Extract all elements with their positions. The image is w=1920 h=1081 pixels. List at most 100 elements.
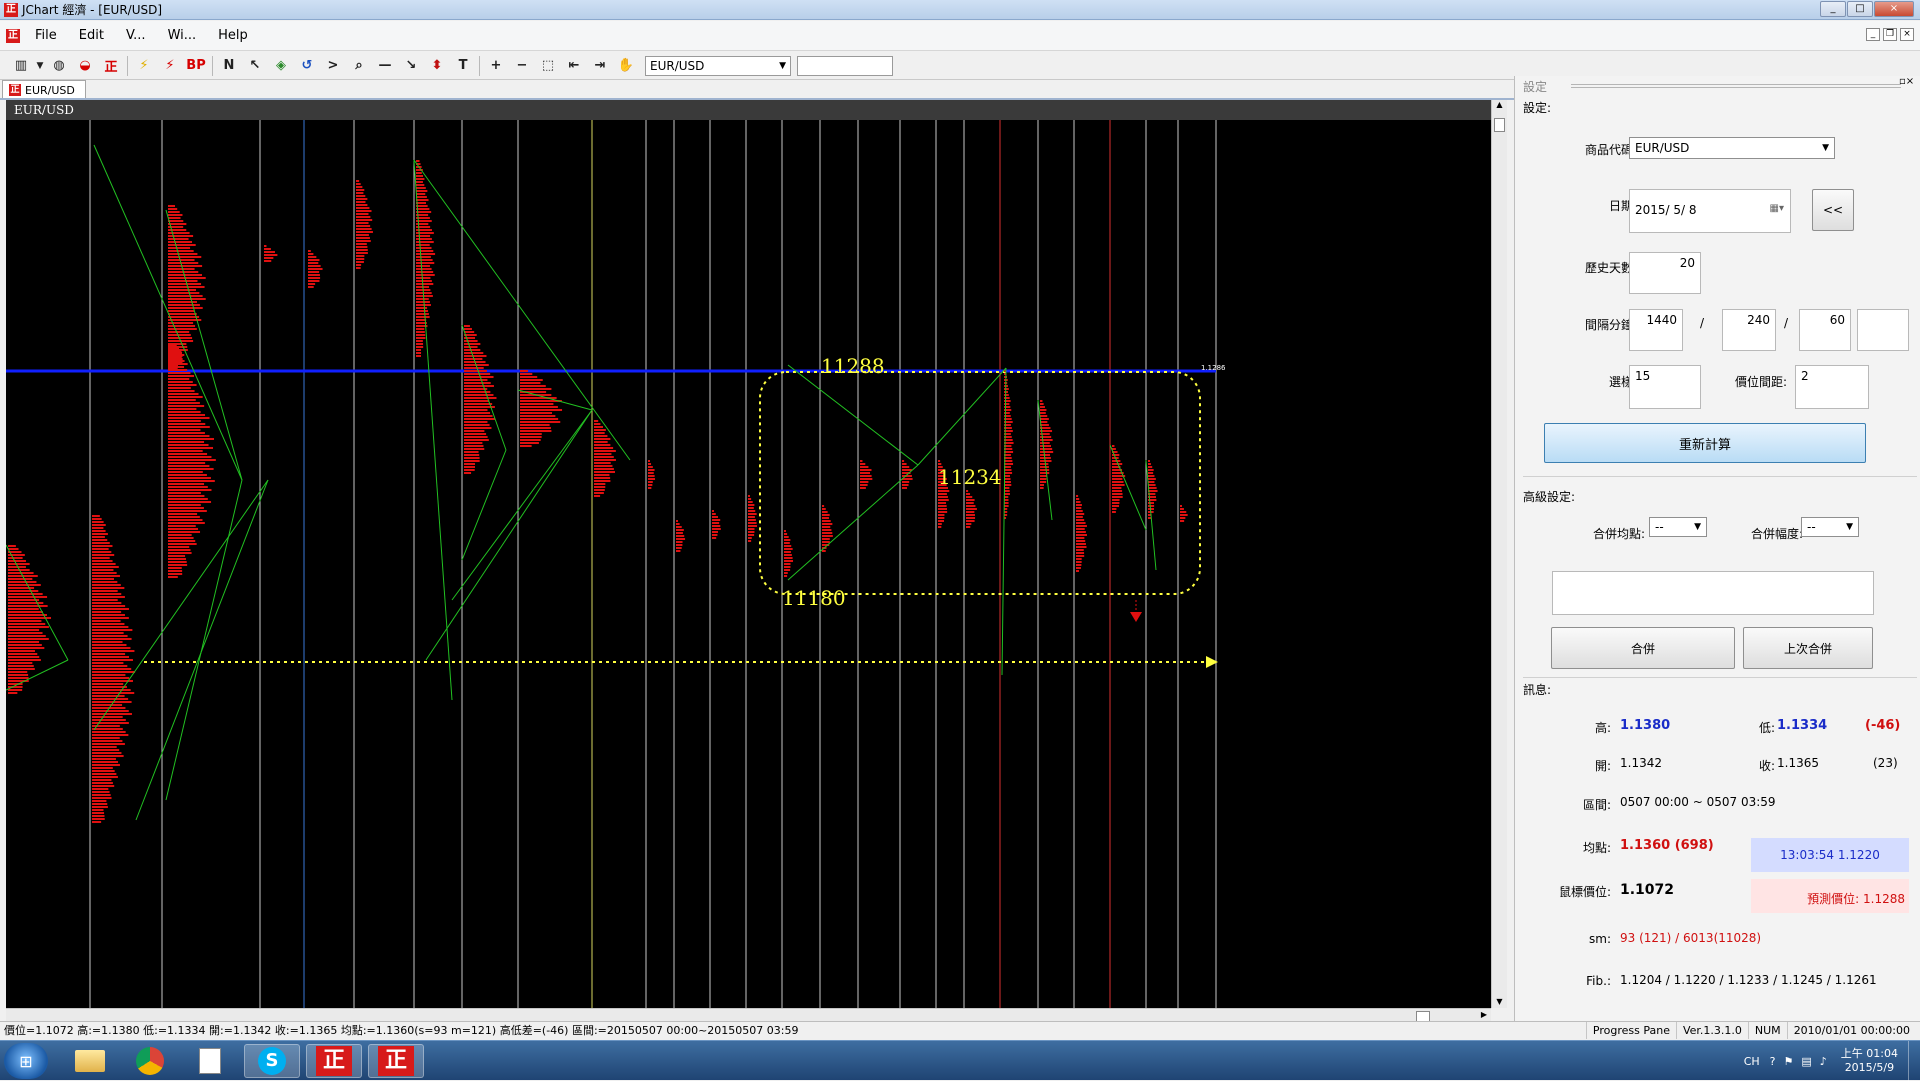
close-button[interactable]: × bbox=[1874, 1, 1914, 17]
merge-range-select[interactable]: -- ▼ bbox=[1801, 517, 1859, 537]
diag-icon[interactable]: ↘ bbox=[398, 55, 424, 77]
menu-view[interactable]: V... bbox=[115, 28, 157, 43]
notepad-icon[interactable] bbox=[182, 1044, 238, 1078]
profile-row bbox=[92, 629, 133, 631]
interval-1-input[interactable]: 1440 bbox=[1629, 309, 1683, 351]
n-icon[interactable]: N bbox=[216, 55, 242, 77]
date-value: 2015/ 5/ 8 bbox=[1635, 203, 1697, 217]
skype-icon[interactable]: S bbox=[244, 1044, 300, 1078]
profile-row bbox=[92, 734, 129, 736]
merge-avg-select[interactable]: -- ▼ bbox=[1649, 517, 1707, 537]
profile-row bbox=[520, 370, 529, 372]
network-icon[interactable]: ▤ bbox=[1797, 1055, 1815, 1068]
profile-row bbox=[902, 460, 905, 462]
cursor-icon[interactable]: ↖ bbox=[242, 55, 268, 77]
profile-row bbox=[416, 259, 433, 261]
date-back-button[interactable]: << bbox=[1812, 189, 1854, 231]
text-icon[interactable]: T bbox=[450, 55, 476, 77]
interval-3-input[interactable]: 60 bbox=[1799, 309, 1851, 351]
tab-eurusd[interactable]: 正 EUR/USD bbox=[2, 80, 86, 99]
history-days-input[interactable]: 20 bbox=[1629, 252, 1701, 294]
profile-row bbox=[784, 572, 788, 574]
profile-row bbox=[92, 620, 121, 622]
flag-icon[interactable]: ⚑ bbox=[1779, 1055, 1797, 1068]
updown-icon[interactable]: ⬍ bbox=[424, 55, 450, 77]
undo-icon[interactable]: ↺ bbox=[294, 55, 320, 77]
profile-row bbox=[92, 563, 116, 565]
profile-row bbox=[92, 680, 133, 682]
menu-window[interactable]: Wi... bbox=[157, 28, 208, 43]
profile-row bbox=[416, 244, 430, 246]
maximize-button[interactable]: □ bbox=[1847, 1, 1873, 17]
hline-icon[interactable]: — bbox=[372, 55, 398, 77]
last-merge-button[interactable]: 上次合併 bbox=[1743, 627, 1873, 669]
minus-icon[interactable]: − bbox=[509, 55, 535, 77]
zheng-icon[interactable]: 正 bbox=[98, 55, 124, 77]
merge-range-value: -- bbox=[1807, 520, 1816, 534]
vertical-scrollbar[interactable]: ▲ ▼ bbox=[1491, 100, 1507, 1008]
date-field[interactable]: 2015/ 5/ 8 ▦▾ bbox=[1629, 189, 1791, 233]
jchart-1-icon[interactable]: 正 bbox=[306, 1044, 362, 1078]
explorer-icon[interactable] bbox=[62, 1044, 118, 1078]
language-indicator[interactable]: CH bbox=[1738, 1055, 1766, 1068]
chart-area[interactable]: 11288 11234 11180 1.1286 EUR/USD bbox=[6, 100, 1491, 1008]
profile-row bbox=[168, 411, 201, 413]
zoom-icon[interactable]: ⌕ bbox=[346, 55, 372, 77]
vertical-scroll-thumb[interactable] bbox=[1494, 118, 1505, 132]
dropdown-icon[interactable]: ▼ bbox=[34, 55, 46, 77]
product-code-select[interactable]: EUR/USD ▼ bbox=[1629, 137, 1835, 159]
jchart-2-icon[interactable]: 正 bbox=[368, 1044, 424, 1078]
chart-icon[interactable]: ▥ bbox=[8, 55, 34, 77]
interval-4-input[interactable] bbox=[1857, 309, 1909, 351]
chrome-icon[interactable] bbox=[122, 1044, 178, 1078]
hand-icon[interactable]: ✋ bbox=[613, 55, 639, 77]
left-icon[interactable]: ⇤ bbox=[561, 55, 587, 77]
help-icon[interactable]: ? bbox=[1766, 1055, 1780, 1068]
menu-app-icon[interactable]: 正 bbox=[6, 28, 20, 43]
settings-label: 設定: bbox=[1523, 101, 1552, 115]
menu-help[interactable]: Help bbox=[207, 28, 259, 43]
profile-row bbox=[8, 590, 39, 592]
pie-icon[interactable]: ◍ bbox=[46, 55, 72, 77]
panel-title: 設定 bbox=[1523, 80, 1548, 94]
menu-edit[interactable]: Edit bbox=[68, 28, 115, 43]
interval-2-input[interactable]: 240 bbox=[1722, 309, 1776, 351]
layers-icon[interactable]: ◈ bbox=[268, 55, 294, 77]
profile-row bbox=[168, 286, 205, 288]
volume-icon[interactable]: ♪ bbox=[1816, 1055, 1831, 1068]
scroll-right-icon[interactable]: ▶ bbox=[1481, 1010, 1487, 1019]
car-icon[interactable]: ◒ bbox=[72, 55, 98, 77]
right-icon[interactable]: ⇥ bbox=[587, 55, 613, 77]
scroll-down-icon[interactable]: ▼ bbox=[1492, 997, 1507, 1006]
lightning-red-icon[interactable]: ⚡ bbox=[157, 55, 183, 77]
panel-grip[interactable] bbox=[1571, 84, 1901, 88]
select-icon[interactable]: ⬚ bbox=[535, 55, 561, 77]
minimize-button[interactable]: _ bbox=[1820, 1, 1846, 17]
panel-float-icon[interactable]: ▫× bbox=[1899, 76, 1914, 87]
profile-row bbox=[168, 313, 197, 315]
mdi-restore-button[interactable]: ❐ bbox=[1883, 28, 1897, 41]
profile-row bbox=[676, 550, 681, 552]
merge-input[interactable] bbox=[1552, 571, 1874, 615]
select-input[interactable]: 15 bbox=[1629, 365, 1701, 409]
windows-start-icon[interactable]: ⊞ bbox=[4, 1043, 48, 1079]
tick-input[interactable]: 2 bbox=[1795, 365, 1869, 409]
clock[interactable]: 上午 01:04 2015/5/9 bbox=[1831, 1047, 1908, 1075]
mdi-minimize-button[interactable]: _ bbox=[1866, 28, 1880, 41]
mdi-close-button[interactable]: × bbox=[1900, 28, 1914, 41]
profile-row bbox=[902, 487, 908, 489]
recalculate-button[interactable]: 重新計算 bbox=[1544, 423, 1866, 463]
merge-button[interactable]: 合併 bbox=[1551, 627, 1735, 669]
plus-icon[interactable]: + bbox=[483, 55, 509, 77]
scroll-up-icon[interactable]: ▲ bbox=[1492, 100, 1507, 109]
show-desktop-button[interactable] bbox=[1908, 1041, 1920, 1081]
calendar-icon[interactable]: ▦▾ bbox=[1770, 203, 1784, 214]
bp-button[interactable]: BP bbox=[183, 55, 209, 77]
profile-row bbox=[168, 265, 203, 267]
lightning-icon[interactable]: ⚡ bbox=[131, 55, 157, 77]
symbol-input[interactable] bbox=[797, 55, 893, 76]
arrow-icon[interactable]: > bbox=[320, 55, 346, 77]
symbol-select[interactable]: EUR/USD ▼ bbox=[645, 55, 791, 76]
menu-file[interactable]: File bbox=[24, 28, 68, 43]
profile-row bbox=[648, 481, 653, 483]
